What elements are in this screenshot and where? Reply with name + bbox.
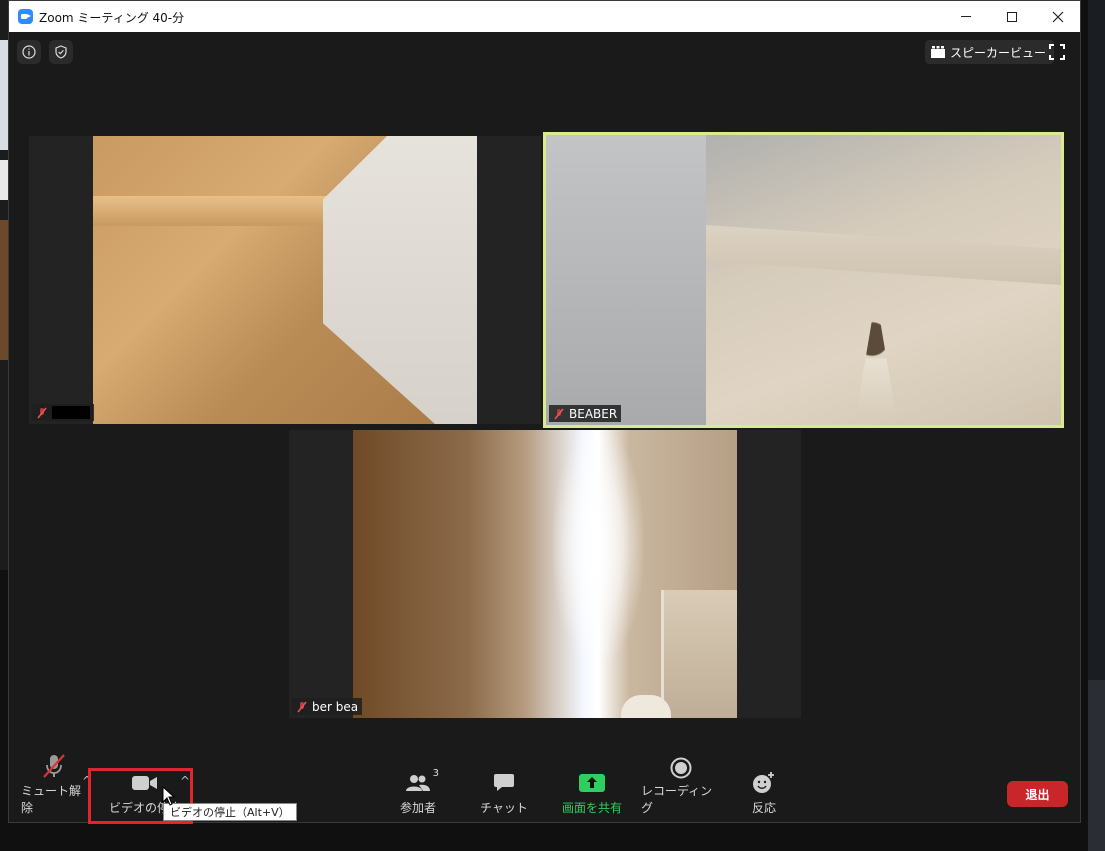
redacted-name <box>52 406 90 419</box>
participant-video-tile[interactable]: ber bea <box>289 430 801 718</box>
fullscreen-button[interactable] <box>1049 44 1065 60</box>
maximize-button[interactable] <box>989 1 1035 32</box>
record-button[interactable]: レコーディング <box>641 757 721 822</box>
participants-count: 3 <box>432 768 439 779</box>
participant-name-tag: BEABER <box>549 405 622 422</box>
unmute-label: ミュート解除 <box>21 784 82 815</box>
info-icon <box>22 45 36 59</box>
minimize-button[interactable] <box>943 1 989 32</box>
close-window-button[interactable] <box>1035 1 1081 32</box>
stop-video-tooltip: ビデオの停止（Alt+V） <box>163 803 297 821</box>
share-screen-icon <box>579 774 605 792</box>
participant-video <box>93 136 477 424</box>
desktop-wallpaper-edge <box>1088 0 1105 851</box>
participants-icon <box>406 775 430 791</box>
video-options-chevron-up-icon[interactable]: ^ <box>180 774 190 788</box>
reactions-label: 反応 <box>751 801 776 815</box>
share-screen-button[interactable]: 画面を共有 <box>555 768 629 822</box>
muted-mic-icon <box>37 407 47 418</box>
speaker-view-button[interactable]: スピーカービュー <box>925 40 1055 64</box>
fullscreen-icon <box>1049 44 1065 60</box>
grid-view-icon <box>931 46 945 58</box>
minimize-icon <box>961 16 971 17</box>
add-emoji-icon <box>753 772 774 793</box>
audio-options-chevron-up-icon[interactable]: ^ <box>82 774 92 788</box>
participant-video-tile[interactable] <box>29 136 541 424</box>
record-label: レコーディング <box>641 784 713 815</box>
record-icon <box>670 757 692 779</box>
participant-video <box>546 135 1061 425</box>
leave-meeting-button[interactable]: 退出 <box>1007 781 1068 807</box>
zoom-logo-icon <box>18 9 33 24</box>
chat-label: チャット <box>480 801 528 815</box>
muted-mic-icon <box>297 701 307 712</box>
participant-name: BEABER <box>569 406 618 421</box>
window-title: Zoom ミーティング 40-分 <box>39 11 185 25</box>
reactions-button[interactable]: 反応 <box>743 768 785 822</box>
zoom-meeting-window: Zoom ミーティング 40-分 スピーカービュー BEABER ber bea… <box>8 0 1081 823</box>
meeting-area: スピーカービュー BEABER ber bea ミュート解除 ^ ビデオの停止 … <box>9 32 1080 822</box>
participants-button[interactable]: 3 参加者 <box>389 768 447 822</box>
participant-name-tag <box>32 404 94 421</box>
unmute-button[interactable]: ミュート解除 <box>21 754 87 822</box>
participant-video <box>353 430 737 718</box>
muted-mic-icon <box>554 408 564 419</box>
active-speaker-video-tile[interactable]: BEABER <box>543 132 1064 428</box>
mouse-cursor-icon <box>162 786 176 806</box>
encryption-shield-button[interactable] <box>49 40 73 64</box>
participant-name-tag: ber bea <box>292 698 363 715</box>
speaker-view-label: スピーカービュー <box>950 45 1047 60</box>
participant-name: ber bea <box>312 699 359 714</box>
participants-label: 参加者 <box>399 801 436 815</box>
video-camera-icon <box>132 776 157 790</box>
close-icon <box>1052 11 1064 22</box>
shield-icon <box>55 45 67 59</box>
chat-button[interactable]: チャット <box>475 768 533 822</box>
muted-microphone-icon <box>43 754 65 778</box>
meeting-info-button[interactable] <box>17 40 41 64</box>
share-screen-label: 画面を共有 <box>561 801 622 815</box>
maximize-icon <box>1007 11 1017 22</box>
title-bar[interactable]: Zoom ミーティング 40-分 <box>9 1 1080 32</box>
chat-bubble-icon <box>494 774 514 791</box>
